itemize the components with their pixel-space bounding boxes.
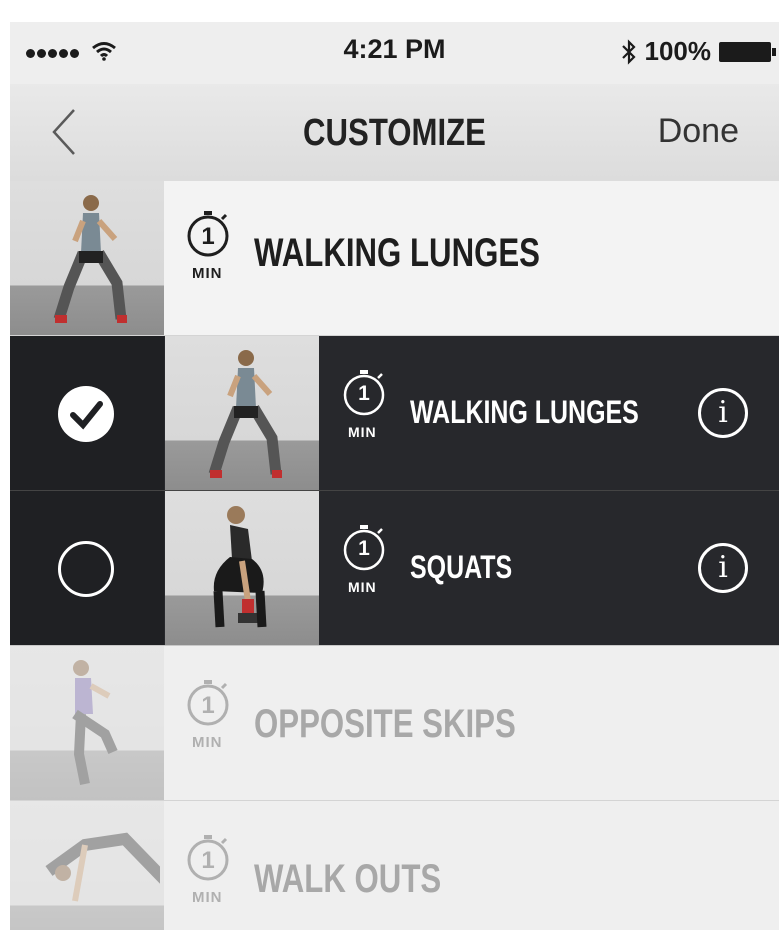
timer-unit: MIN — [192, 889, 223, 906]
checkmark-selected-icon[interactable] — [58, 386, 114, 442]
timer-unit: MIN — [348, 579, 377, 595]
chevron-left-icon — [52, 109, 75, 155]
exercise-name: SQUATS — [410, 549, 513, 585]
exercise-thumbnail — [10, 801, 164, 930]
timer-unit: MIN — [192, 734, 223, 751]
timer-duration: 1 — [201, 692, 215, 719]
squat-figure-icon — [213, 506, 267, 628]
exercise-name: WALKING LUNGES — [254, 231, 541, 275]
select-cell[interactable] — [10, 336, 164, 490]
info-icon[interactable]: i — [698, 388, 748, 438]
checkmark-unselected-icon[interactable] — [58, 541, 114, 597]
select-cell[interactable] — [10, 491, 164, 645]
stopwatch-icon: 1 MIN — [342, 523, 396, 603]
page-title: CUSTOMIZE — [303, 112, 486, 154]
walkout-figure-icon — [45, 832, 160, 902]
skip-figure-icon — [72, 660, 118, 785]
lunge-figure-icon — [53, 195, 127, 323]
stopwatch-icon: 1 MIN — [186, 678, 240, 758]
app-screen: 4:21 PM 100% CUSTOMIZE Done 1 MIN WALKIN… — [10, 22, 779, 930]
timer-duration: 1 — [201, 847, 215, 874]
bluetooth-icon — [621, 38, 636, 65]
battery-percent: 100% — [644, 36, 712, 66]
done-button[interactable]: Done — [658, 112, 739, 151]
stopwatch-icon: 1 MIN — [342, 368, 396, 448]
timer-duration: 1 — [358, 537, 370, 560]
stopwatch-icon: 1 MIN — [186, 833, 240, 913]
upcoming-exercise-row[interactable]: 1 MIN WALK OUTS — [10, 801, 779, 930]
exercise-name: WALKING LUNGES — [410, 394, 639, 430]
status-right: 100% — [621, 36, 776, 67]
option-row[interactable]: 1 MIN WALKING LUNGES i — [10, 336, 779, 491]
battery-icon — [719, 41, 776, 62]
timer-duration: 1 — [358, 382, 370, 405]
current-exercise-row[interactable]: 1 MIN WALKING LUNGES — [10, 181, 779, 336]
exercise-thumbnail — [10, 646, 164, 800]
exercise-thumbnail — [165, 336, 319, 490]
timer-unit: MIN — [192, 265, 223, 282]
upcoming-exercise-row[interactable]: 1 MIN OPPOSITE SKIPS — [10, 646, 779, 801]
lunge-figure-icon — [208, 350, 282, 478]
info-icon[interactable]: i — [698, 543, 748, 593]
status-bar: 4:21 PM 100% — [10, 22, 779, 84]
exercise-thumbnail — [165, 491, 319, 645]
stopwatch-icon: 1 MIN — [186, 209, 240, 289]
timer-unit: MIN — [348, 424, 377, 440]
option-row[interactable]: 1 MIN SQUATS i — [10, 491, 779, 646]
exercise-thumbnail — [10, 181, 164, 335]
nav-bar: CUSTOMIZE Done — [10, 84, 779, 182]
exercise-name: OPPOSITE SKIPS — [254, 702, 516, 746]
timer-duration: 1 — [201, 223, 215, 250]
exercise-name: WALK OUTS — [254, 857, 442, 901]
